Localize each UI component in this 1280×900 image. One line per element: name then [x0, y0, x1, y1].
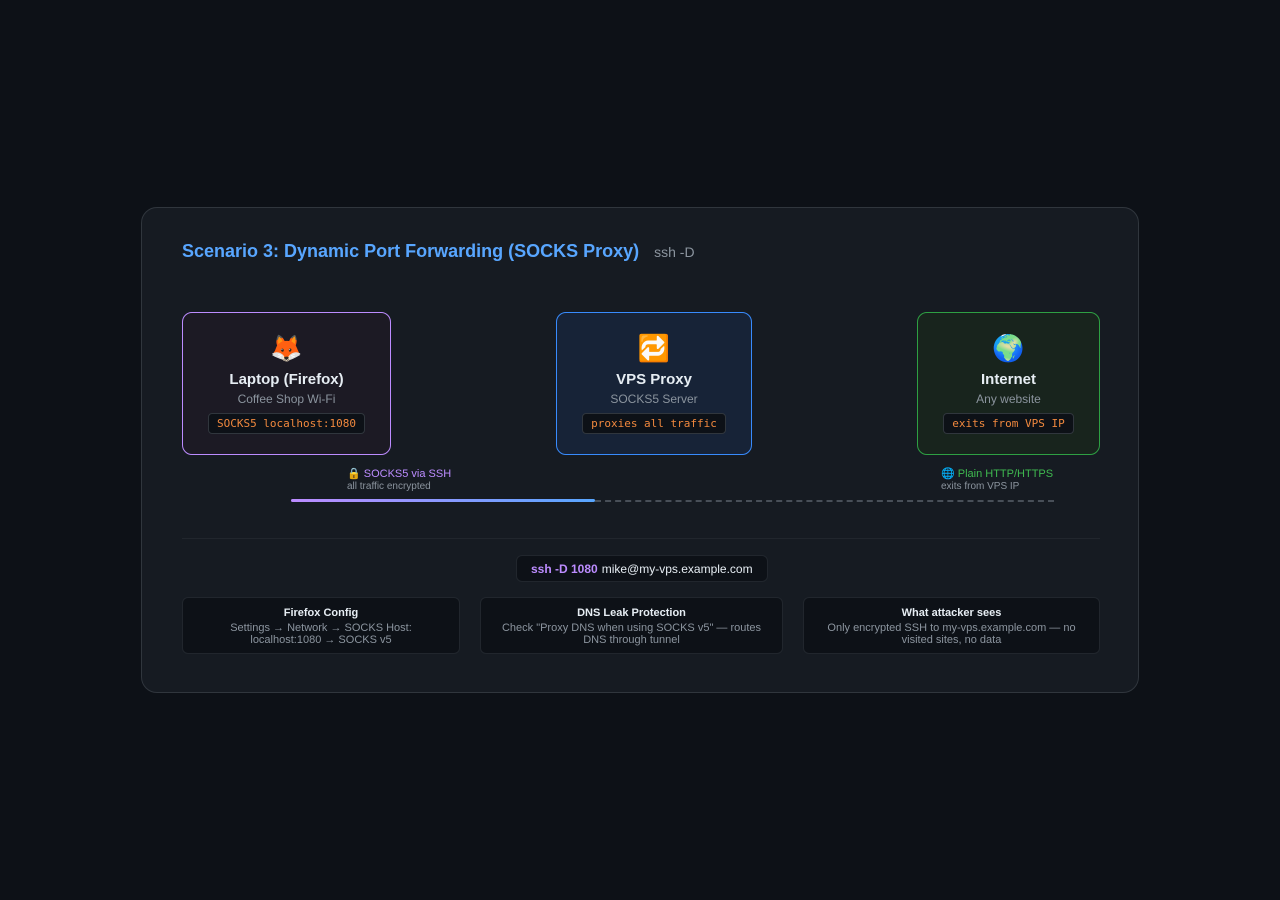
- globe-icon: 🌍: [992, 333, 1025, 363]
- info-box-title: Firefox Config: [283, 607, 359, 619]
- link-label-ssh: 🔒 SOCKS5 via SSH all traffic encrypted: [347, 467, 451, 493]
- info-box-body: Only encrypted SSH to my-vps.example.com…: [827, 622, 1076, 646]
- info-box-firefox-config: Firefox Config Settings → Network → SOCK…: [182, 597, 460, 654]
- link-label-plain-note: exits from VPS IP: [941, 481, 1020, 492]
- fox-icon: 🦊: [270, 333, 303, 363]
- title-row: Scenario 3: Dynamic Port Forwarding (SOC…: [182, 241, 695, 262]
- node-laptop: 🦊 Laptop (Firefox) Coffee Shop Wi-Fi SOC…: [182, 312, 391, 455]
- node-subtitle: Any website: [976, 392, 1041, 406]
- divider: [182, 538, 1100, 539]
- node-name: Laptop (Firefox): [229, 371, 344, 388]
- info-box-title: DNS Leak Protection: [577, 607, 686, 619]
- scenario-card: Scenario 3: Dynamic Port Forwarding (SOC…: [141, 207, 1139, 693]
- page-title: Scenario 3: Dynamic Port Forwarding (SOC…: [182, 241, 640, 261]
- info-box-body: Settings → Network → SOCKS Host: localho…: [230, 622, 412, 646]
- encrypted-tunnel-line: [291, 499, 595, 502]
- link-label-plain-title: 🌐 Plain HTTP/HTTPS: [941, 468, 1054, 480]
- info-box-dns-leak: DNS Leak Protection Check "Proxy DNS whe…: [480, 597, 783, 654]
- link-label-ssh-note: all traffic encrypted: [347, 481, 431, 492]
- ssh-command-target: mike@my-vps.example.com: [601, 561, 753, 576]
- ssh-command-flag: ssh -D 1080: [531, 561, 598, 576]
- node-subtitle: Coffee Shop Wi-Fi: [237, 392, 336, 406]
- node-code: proxies all traffic: [582, 413, 726, 434]
- node-vps-proxy: 🔁 VPS Proxy SOCKS5 Server proxies all tr…: [556, 312, 752, 455]
- node-name: VPS Proxy: [616, 371, 692, 388]
- link-label-plain: 🌐 Plain HTTP/HTTPS exits from VPS IP: [941, 467, 1053, 493]
- node-name: Internet: [980, 371, 1036, 388]
- repeat-arrows-icon: 🔁: [637, 333, 671, 363]
- node-internet: 🌍 Internet Any website exits from VPS IP: [917, 312, 1100, 455]
- link-label-ssh-title: 🔒 SOCKS5 via SSH: [347, 468, 452, 480]
- plain-traffic-line: [595, 500, 1054, 502]
- info-box-body: Check "Proxy DNS when using SOCKS v5" — …: [501, 622, 762, 646]
- node-subtitle: SOCKS5 Server: [610, 392, 698, 406]
- info-box-attacker-view: What attacker sees Only encrypted SSH to…: [803, 597, 1100, 654]
- connection-track: [291, 499, 1054, 502]
- node-code: SOCKS5 localhost:1080: [207, 413, 366, 434]
- info-box-title: What attacker sees: [901, 607, 1002, 619]
- command-hint: ssh -D: [654, 244, 695, 260]
- node-code: exits from VPS IP: [943, 413, 1074, 434]
- ssh-command: ssh -D 1080 mike@my-vps.example.com: [516, 555, 768, 582]
